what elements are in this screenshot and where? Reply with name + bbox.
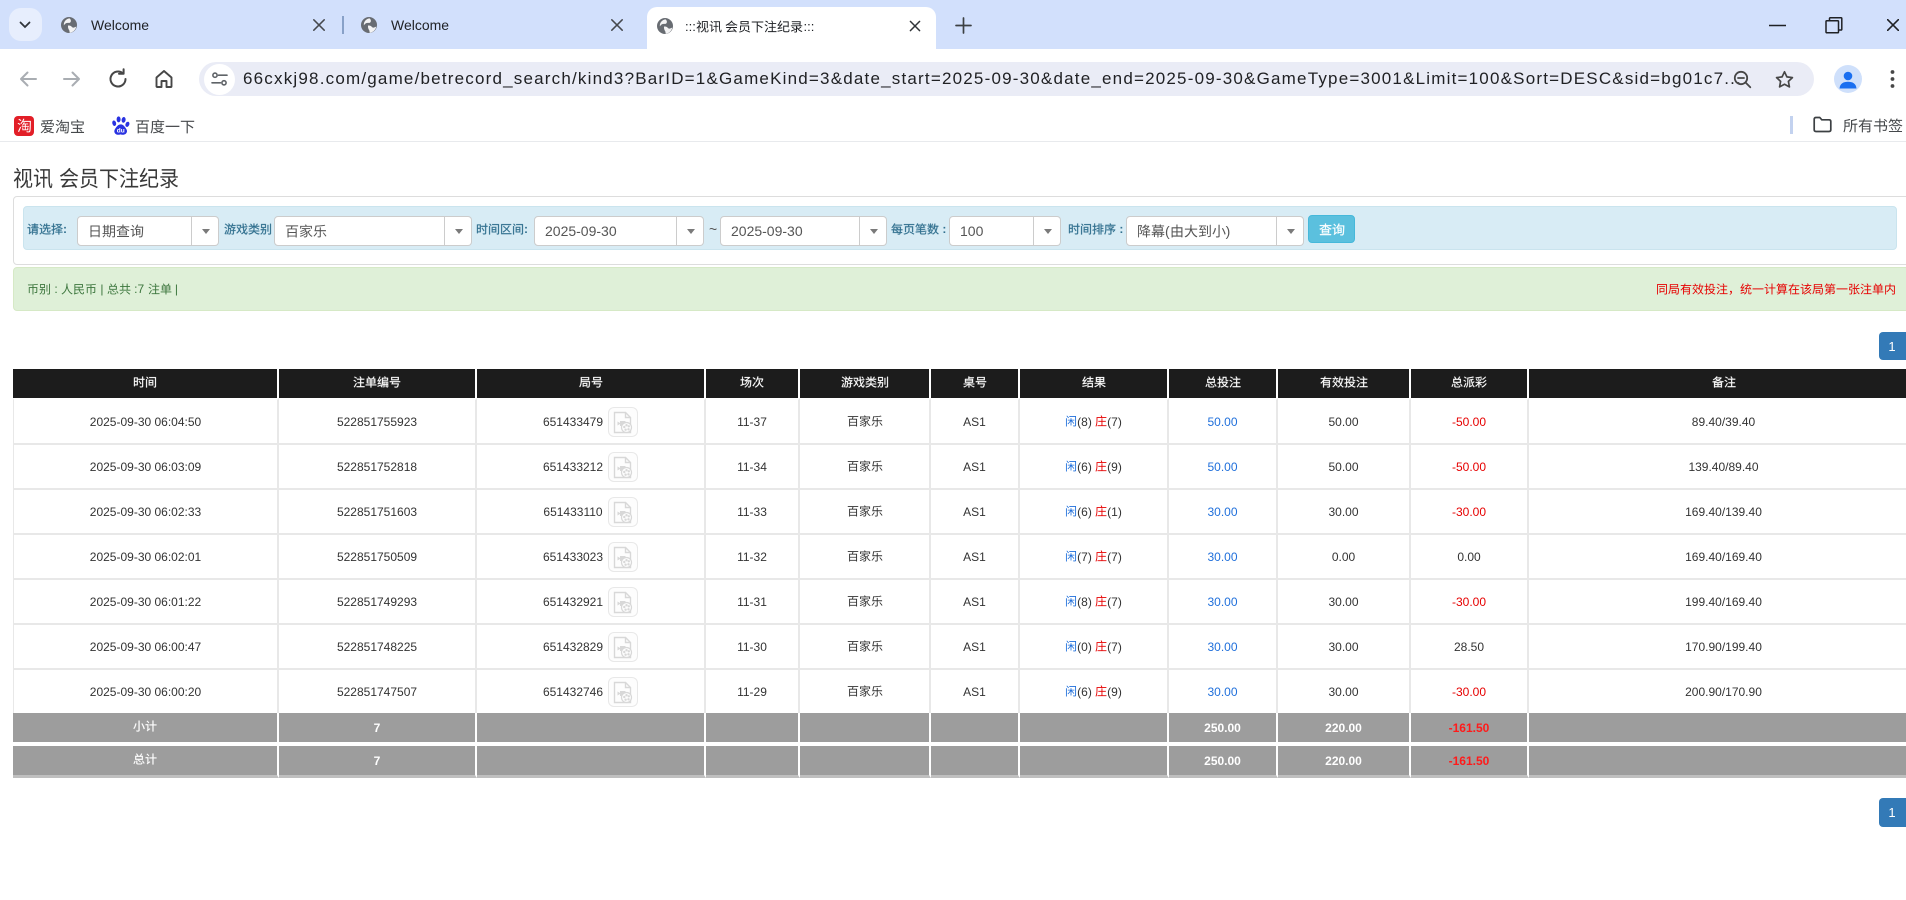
svg-text:du: du (117, 127, 125, 134)
